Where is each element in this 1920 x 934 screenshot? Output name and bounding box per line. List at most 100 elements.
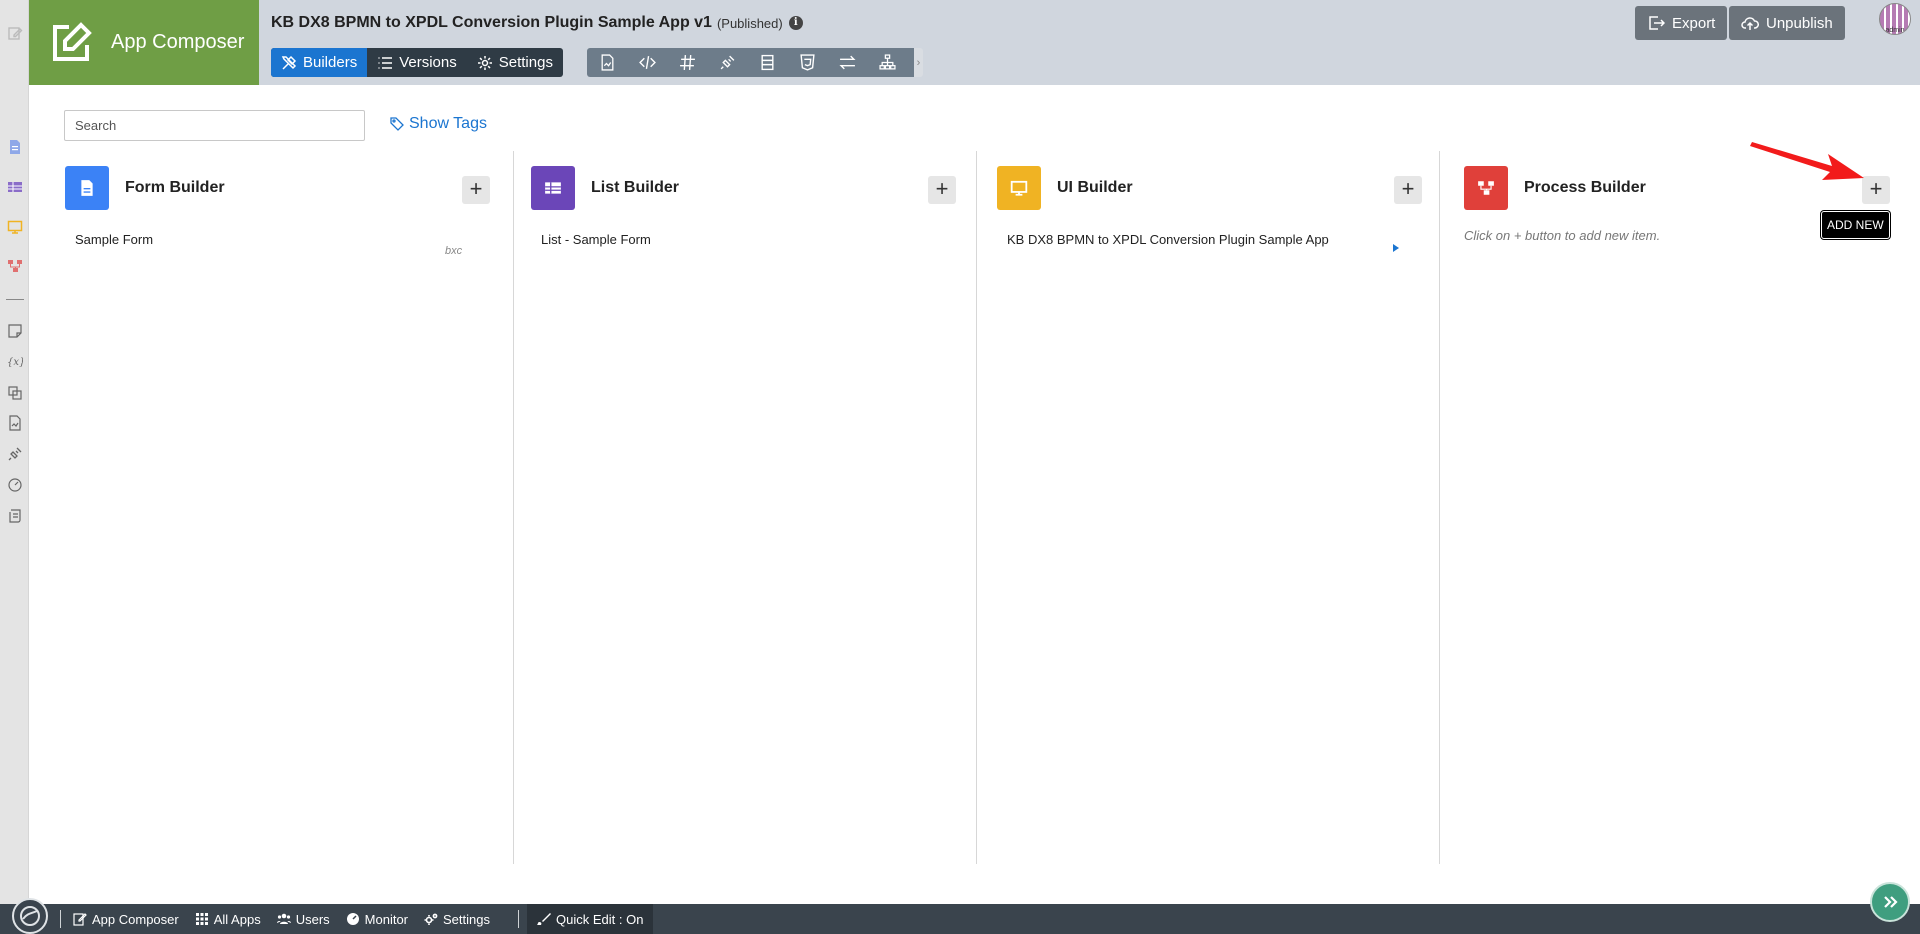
table-button[interactable]	[747, 48, 787, 77]
form-builder-add-button[interactable]: +	[462, 176, 490, 204]
table-icon	[760, 54, 774, 71]
tab-versions[interactable]: Versions	[367, 48, 467, 77]
tab-settings[interactable]: Settings	[467, 48, 563, 77]
exchange-button[interactable]	[827, 48, 867, 77]
joget-logo[interactable]	[12, 898, 48, 934]
list-builder-column: List Builder + List - Sample Form	[531, 151, 959, 864]
tag-icon	[390, 117, 404, 131]
form-icon[interactable]	[6, 138, 24, 156]
show-tags-label: Show Tags	[409, 115, 487, 132]
footer-users-label: Users	[295, 911, 330, 927]
variable-icon[interactable]: {x}	[6, 352, 24, 370]
footer-bar: App Composer All Apps Users Monitor Sett…	[0, 898, 1920, 934]
footer-monitor-label: Monitor	[364, 911, 409, 927]
gear-icon	[477, 55, 492, 70]
file-chart-icon	[601, 54, 613, 71]
form-item[interactable]: Sample Form	[75, 232, 153, 247]
brand-label: App Composer	[111, 31, 245, 53]
ui-builder-column: UI Builder + KB DX8 BPMN to XPDL Convers…	[997, 151, 1425, 864]
ui-builder-add-button[interactable]: +	[1394, 176, 1422, 204]
unpublish-label: Unpublish	[1766, 14, 1833, 32]
app-title: KB DX8 BPMN to XPDL Conversion Plugin Sa…	[271, 14, 803, 32]
tools-expand-handle[interactable]: ›	[914, 48, 923, 77]
paintbrush-icon	[537, 913, 551, 925]
footer-divider	[518, 910, 519, 928]
grid-icon	[195, 913, 208, 925]
list-icon	[378, 56, 393, 69]
plug-icon	[720, 55, 734, 70]
users-icon	[276, 913, 291, 924]
app-composer-brand[interactable]: App Composer	[29, 0, 259, 85]
footer-settings[interactable]: Settings	[424, 912, 490, 927]
avatar[interactable]: admin	[1879, 3, 1911, 35]
html5-icon	[799, 54, 815, 71]
export-label: Export	[1672, 14, 1716, 32]
plug-button[interactable]	[707, 48, 747, 77]
list-item[interactable]: List - Sample Form	[541, 232, 651, 247]
footer-users[interactable]: Users	[276, 911, 330, 927]
ui-item[interactable]: KB DX8 BPMN to XPDL Conversion Plugin Sa…	[1007, 232, 1329, 247]
tools-icon	[281, 55, 297, 70]
show-tags-link[interactable]: Show Tags	[390, 115, 487, 133]
file-chart-button[interactable]	[587, 48, 627, 77]
quick-edit-label: Quick Edit : On	[556, 911, 644, 927]
process-empty-hint: Click on + button to add new item.	[1464, 228, 1661, 243]
logo-icon	[20, 906, 40, 926]
log-icon[interactable]	[6, 507, 24, 525]
unpublish-button[interactable]: Unpublish	[1729, 6, 1845, 40]
column-divider	[976, 151, 977, 864]
list-builder-title: List Builder	[591, 179, 680, 196]
form-builder-icon	[65, 166, 109, 210]
avatar-label: admin	[1885, 27, 1905, 34]
sitemap-button[interactable]	[867, 48, 907, 77]
table-icon	[545, 182, 561, 194]
dashboard-icon	[346, 913, 359, 925]
quick-edit-toggle[interactable]: Quick Edit : On	[527, 904, 654, 934]
resources-icon[interactable]	[6, 384, 24, 402]
ui-builder-icon	[997, 166, 1041, 210]
export-icon	[1649, 16, 1665, 30]
tab-builders-label: Builders	[303, 54, 358, 71]
left-rail: {x}	[0, 0, 29, 904]
form-builder-title: Form Builder	[125, 179, 225, 196]
ui-icon[interactable]	[6, 218, 24, 236]
app-status: (Published)	[716, 15, 783, 31]
note-icon[interactable]	[6, 322, 24, 340]
process-icon[interactable]	[6, 257, 24, 275]
edit-icon	[73, 913, 87, 926]
column-divider	[1439, 151, 1440, 864]
list-builder-icon	[531, 166, 575, 210]
code-button[interactable]	[627, 48, 667, 77]
code-icon	[638, 56, 656, 69]
footer-all-apps[interactable]: All Apps	[195, 912, 261, 927]
top-header: App Composer KB DX8 BPMN to XPDL Convers…	[29, 0, 1920, 85]
info-icon[interactable]: i	[788, 16, 803, 30]
list-icon[interactable]	[6, 178, 24, 196]
html5-button[interactable]	[787, 48, 827, 77]
tab-settings-label: Settings	[498, 54, 553, 71]
export-button[interactable]: Export	[1635, 6, 1728, 40]
edit-icon[interactable]	[6, 24, 24, 42]
caret-right-icon[interactable]	[1393, 244, 1399, 252]
cloud-upload-icon	[1741, 17, 1759, 30]
hash-button[interactable]	[667, 48, 707, 77]
process-builder-title: Process Builder	[1524, 179, 1646, 196]
gears-icon	[424, 913, 438, 925]
process-icon	[1478, 181, 1494, 195]
hash-icon	[679, 55, 695, 70]
file-icon	[81, 180, 93, 196]
list-builder-add-button[interactable]: +	[928, 176, 956, 204]
file-icon[interactable]	[6, 414, 24, 432]
app-title-text: KB DX8 BPMN to XPDL Conversion Plugin Sa…	[271, 14, 712, 31]
expand-panel-button[interactable]	[1870, 882, 1910, 922]
main-tabs: Builders Versions Settings	[271, 48, 563, 77]
form-builder-column: Form Builder + Sample Form bxc	[65, 151, 491, 864]
form-item-tag: bxc	[445, 245, 463, 257]
footer-monitor[interactable]: Monitor	[346, 912, 408, 927]
double-chevron-right-icon	[1884, 896, 1898, 908]
performance-icon[interactable]	[6, 476, 24, 494]
search-input[interactable]	[64, 110, 365, 141]
plugin-icon[interactable]	[6, 445, 24, 463]
tab-builders[interactable]: Builders	[271, 48, 368, 77]
footer-app-composer[interactable]: App Composer	[73, 912, 179, 927]
